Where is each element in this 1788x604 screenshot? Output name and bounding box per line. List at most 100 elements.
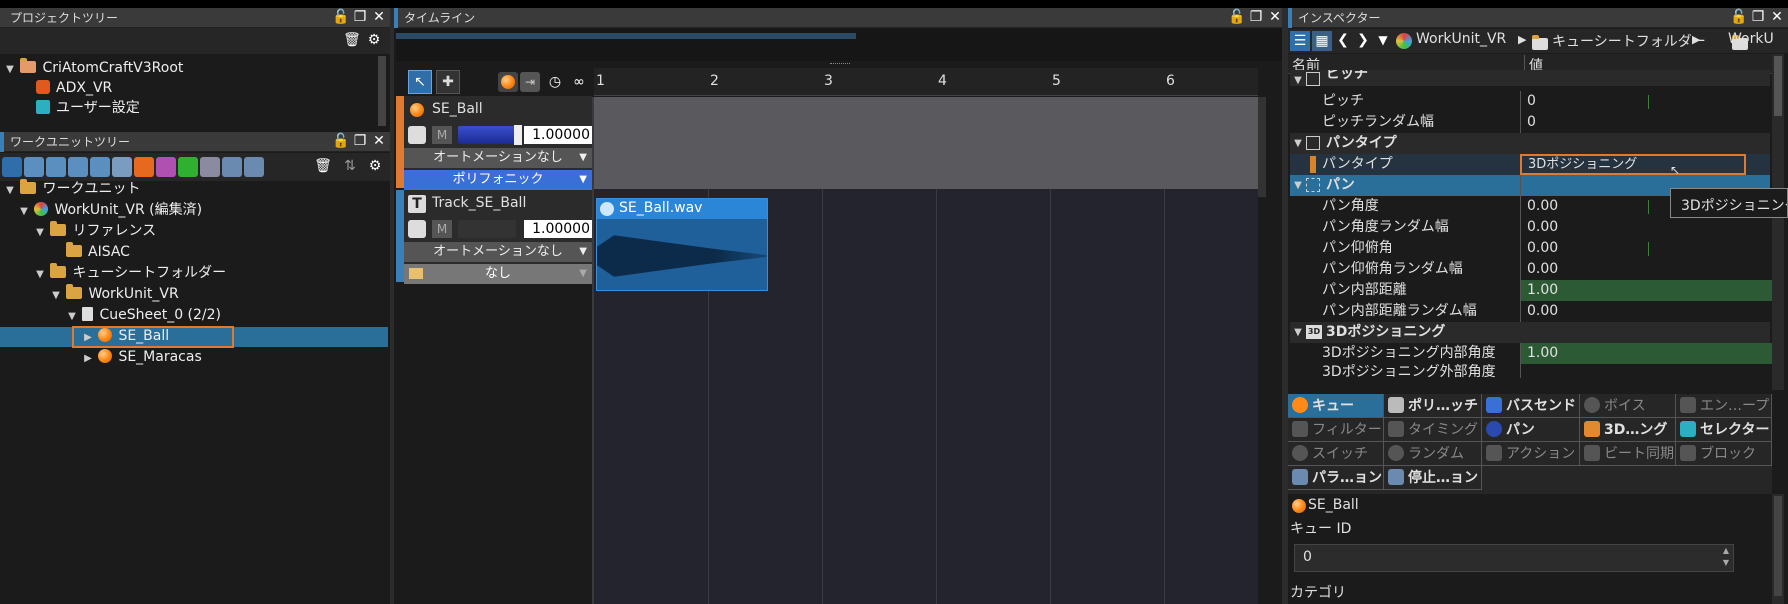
back-icon[interactable]: ❮ [1336,33,1350,47]
splitter-grip[interactable] [830,63,850,65]
prop-row[interactable]: ピッチ 0 [1290,91,1770,112]
expand-icon[interactable]: ▶ [82,348,94,369]
tab-envelope[interactable]: エン…ープ [1676,394,1772,418]
volume-slider-thumb[interactable] [514,125,522,145]
expand-icon[interactable]: ▼ [34,264,46,285]
tree-item-cuesheet-folder[interactable]: ▼ キューシートフォルダー [34,263,226,284]
tab-switch[interactable]: スイッチ [1288,442,1384,466]
expand-icon[interactable]: ▼ [66,306,78,327]
link-icon[interactable]: ∞ [572,75,586,89]
pin-icon[interactable]: 🔓 [332,134,349,148]
dice-icon[interactable] [200,157,220,177]
tab-random[interactable]: ランダム [1384,442,1482,466]
breadcrumb-item[interactable]: キューシートフォルダー [1552,31,1706,51]
clapper-icon[interactable] [244,157,264,177]
curve-tool-icon[interactable] [134,157,154,177]
bus-tool-icon[interactable] [90,157,110,177]
tree-item-workunit-vr[interactable]: ▼ WorkUnit_VR (編集済) [18,200,202,221]
track-header-track-se-ball[interactable]: T Track_SE_Ball M 1.00000 オートメーションなし ▼ なし… [396,190,594,284]
pin-icon[interactable]: 🔓 [1730,10,1747,24]
prop-row[interactable]: パン仰俯角ランダム幅 0.00 [1290,259,1770,280]
tab-bus-send[interactable]: バスセンド [1482,394,1580,418]
cue-id-field[interactable]: 0 ▲ ▼ [1294,544,1734,572]
forward-icon[interactable]: ❯ [1356,33,1370,47]
close-icon[interactable]: ✕ [372,10,386,24]
prop-row[interactable]: パン角度ランダム幅 0.00 [1290,217,1770,238]
list-view-icon[interactable]: ☰ [1290,31,1310,51]
prop-row[interactable]: ピッチランダム幅 0 [1290,112,1770,133]
tree-item-aisac[interactable]: AISAC [66,242,130,263]
volume-slider[interactable] [458,220,516,238]
collapse-icon[interactable]: ▼ [1292,133,1304,154]
timeline-overview[interactable] [396,29,1284,61]
tree-item-reference[interactable]: ▼ リファレンス [34,221,156,242]
trash-icon[interactable]: 🗑 [343,33,361,47]
waveform-icon[interactable] [408,220,426,238]
automation-dropdown[interactable]: オートメーションなし ▼ [404,148,592,168]
cue-mode-button[interactable] [498,72,518,92]
volume-value[interactable]: 1.00000 [524,126,594,144]
select-tool-button[interactable]: ↖ [408,70,432,94]
tab-pan[interactable]: パン [1482,418,1580,442]
expand-icon[interactable]: ▼ [4,180,16,201]
maximize-icon[interactable]: ❐ [1751,10,1765,24]
breadcrumb-item[interactable]: WorkU [1728,31,1774,47]
tab-block[interactable]: ブロック [1676,442,1772,466]
volume-value[interactable]: 1.00000 [524,220,594,238]
prop-row[interactable]: パン内部距離 1.00 [1290,280,1772,301]
close-icon[interactable]: ✕ [1770,10,1784,24]
prop-row[interactable]: 3Dポジショニング外部角度 [1290,364,1770,378]
tab-timing[interactable]: タイミング [1384,418,1482,442]
track-mode-button[interactable]: ⇥ [520,72,540,92]
mute-button[interactable]: M [432,220,452,238]
spinner-down-icon[interactable]: ▼ [1723,558,1729,567]
voice-mode-dropdown[interactable]: ポリフォニック ▼ [404,170,592,190]
collapse-icon[interactable]: ▼ [1292,70,1304,86]
timeline-ruler[interactable]: 1 2 3 4 5 6 [594,68,1258,96]
timeline-vscroll[interactable] [1258,97,1266,197]
tab-voice[interactable]: ボイス [1580,394,1676,418]
automation-dropdown[interactable]: オートメーションなし ▼ [404,242,592,262]
waveform-region[interactable]: SE_Ball.wav [596,198,768,291]
tab-cue[interactable]: キュー [1288,394,1384,418]
pan-type-value[interactable]: 3Dポジショニング [1520,154,1746,175]
flag-icon[interactable] [178,157,198,177]
project-tree-scrollbar[interactable] [378,56,386,126]
track-splitter[interactable] [592,97,594,604]
prop-row-pan-type[interactable]: パンタイプ 3Dポジショニング ↖ [1290,154,1770,177]
volume-slider[interactable] [458,126,516,144]
breadcrumb-item[interactable]: WorkUnit_VR [1416,31,1506,47]
track-mode-dropdown[interactable]: なし ▼ [404,264,592,284]
person-tool-icon[interactable] [112,157,132,177]
inspector-scrollbar[interactable] [1772,54,1784,390]
tab-3d-positioning[interactable]: 3D…ング [1580,418,1676,442]
tab-beat-sync[interactable]: ビート同期 [1580,442,1676,466]
film-icon[interactable] [222,157,242,177]
dropdown-icon[interactable]: ▼ [1376,33,1390,47]
section-pitch[interactable]: ▼ ピッチ [1290,70,1770,86]
inspector-detail-scrollbar[interactable] [1772,494,1784,604]
collapse-icon[interactable]: ▼ [1292,175,1304,196]
close-icon[interactable]: ✕ [372,134,386,148]
split-tool-button[interactable]: ✚ [436,70,460,94]
section-3d-positioning[interactable]: ▼ 3D 3Dポジショニング [1290,322,1770,343]
gear-icon[interactable]: ⚙ [367,33,381,47]
trash-icon[interactable]: 🗑 [314,159,332,173]
tree-item-workunit-vr-folder[interactable]: ▼ WorkUnit_VR [50,284,179,305]
mute-button[interactable]: M [432,126,452,144]
tree-item-adx-vr[interactable]: ADX_VR [36,78,112,99]
tree-item-workunit-root[interactable]: ▼ ワークユニット [4,179,140,200]
pin-icon[interactable]: 🔓 [332,10,349,24]
category-tool-icon[interactable] [68,157,88,177]
maximize-icon[interactable]: ❐ [353,134,367,148]
expand-icon[interactable]: ▼ [4,59,16,80]
tab-filter[interactable]: フィルター [1288,418,1384,442]
pin-icon[interactable]: 🔓 [1228,10,1245,24]
spinner-up-icon[interactable]: ▲ [1723,546,1729,555]
waveform-icon[interactable] [408,126,426,144]
tab-selector[interactable]: セレクター [1676,418,1772,442]
timeline-grid[interactable]: SE_Ball.wav [594,97,1266,604]
prop-row[interactable]: パン内部距離ランダム幅 0.00 [1290,301,1770,322]
cue-tool-icon[interactable] [24,157,44,177]
expand-icon[interactable]: ▼ [18,201,30,222]
